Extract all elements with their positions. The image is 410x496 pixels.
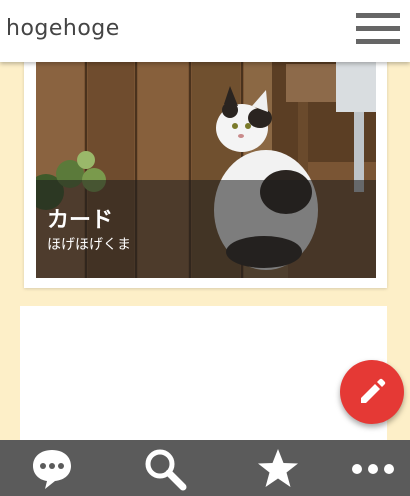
search-icon <box>145 449 187 491</box>
app-title: hogehoge <box>6 16 120 41</box>
nav-item-search[interactable] <box>142 446 188 492</box>
edit-fab-button[interactable] <box>340 360 404 424</box>
app-bar: hogehoge <box>0 0 410 62</box>
chat-bubble-icon <box>33 450 71 489</box>
card[interactable]: カード ほげほげくま <box>24 62 387 288</box>
card-placeholder[interactable] <box>20 306 387 440</box>
nav-item-chat[interactable] <box>29 446 75 492</box>
card-caption: カード ほげほげくま <box>36 180 376 278</box>
card-image: カード ほげほげくま <box>36 62 376 278</box>
pencil-icon <box>361 378 386 403</box>
nav-item-more[interactable] <box>350 446 396 492</box>
star-icon <box>258 449 298 487</box>
more-horizontal-icon <box>352 464 394 474</box>
bottom-navigation <box>0 440 410 496</box>
card-title: カード <box>47 208 114 233</box>
card-subtitle: ほげほげくま <box>47 237 131 253</box>
nav-item-favorites[interactable] <box>255 446 301 492</box>
hamburger-menu-button[interactable] <box>356 13 400 47</box>
